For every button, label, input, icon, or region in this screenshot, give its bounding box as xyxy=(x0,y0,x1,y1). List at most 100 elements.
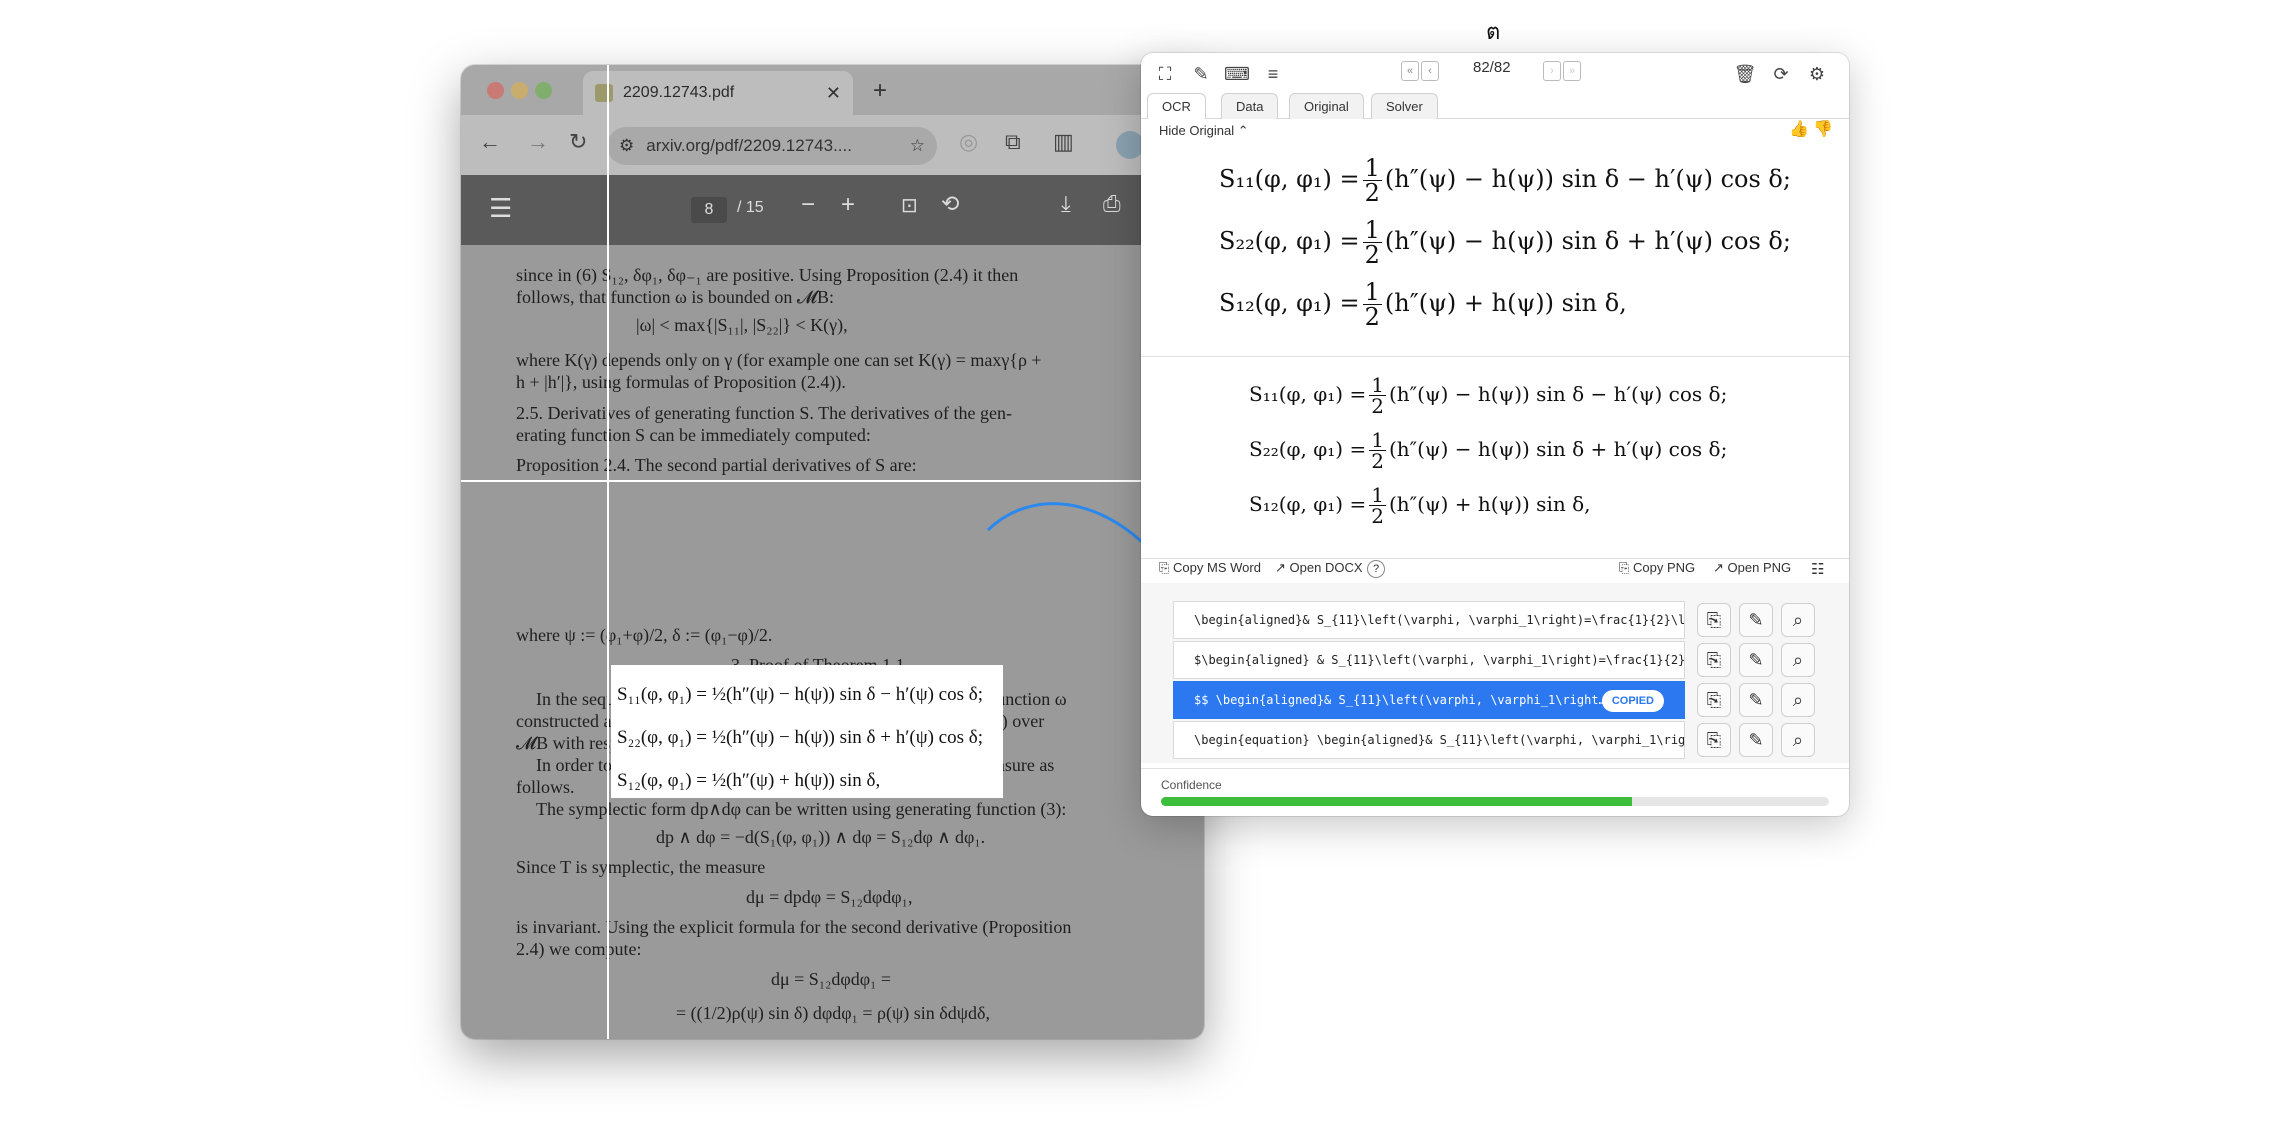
search-icon[interactable]: ⌕ xyxy=(1781,603,1815,637)
equation-lhs: S₂₂(φ, φ₁) = xyxy=(1249,437,1367,461)
pdf-text-line: follows, that function ω is bounded on 𝓜… xyxy=(516,287,834,307)
prev-page-icon[interactable]: ‹ xyxy=(1421,61,1439,81)
screenshot-icon[interactable]: ⛶ xyxy=(1151,61,1179,87)
open-docx-button[interactable]: ↗ Open DOCX xyxy=(1275,560,1363,576)
tab-solver[interactable]: Solver xyxy=(1371,93,1438,119)
edit-icon[interactable]: ✎ xyxy=(1739,723,1773,757)
thumbs-down-icon[interactable]: 👎 xyxy=(1813,119,1833,139)
search-icon[interactable]: ⌕ xyxy=(1781,683,1815,717)
fraction: 12 xyxy=(1369,485,1386,526)
confidence-label: Confidence xyxy=(1161,778,1222,792)
keyboard-icon[interactable]: ⌨ xyxy=(1223,61,1251,87)
bookmark-star-icon[interactable]: ☆ xyxy=(910,136,925,156)
fraction-denominator: 2 xyxy=(1371,449,1384,473)
zoom-window-button[interactable] xyxy=(535,82,552,99)
trash-icon[interactable]: 🗑 xyxy=(1731,61,1759,87)
equation-rhs: (h″(ψ) − h(ψ)) sin δ − h′(ψ) cos δ; xyxy=(1388,382,1728,406)
tab-data[interactable]: Data xyxy=(1221,93,1279,119)
back-icon[interactable]: ← xyxy=(479,129,501,155)
copy-to-clipboard-icon[interactable]: ⎘ xyxy=(1697,643,1731,677)
copy-ms-word-button[interactable]: ⎘ Copy MS Word xyxy=(1159,560,1261,576)
equation-line: S₁₁(φ, φ₁) = 1 2 (h″(ψ) − h(ψ)) sin δ − h′(… xyxy=(1219,156,1791,205)
copy-icon: ⎘ xyxy=(1619,560,1630,575)
copied-badge: COPIED xyxy=(1601,690,1664,712)
copy-to-clipboard-icon[interactable]: ⎘ xyxy=(1697,723,1731,757)
new-tab-button[interactable]: + xyxy=(873,77,887,105)
open-png-button[interactable]: ↗ Open PNG xyxy=(1713,560,1791,576)
rotate-icon[interactable]: ⟲ xyxy=(941,191,959,217)
draw-icon[interactable]: ✎ xyxy=(1187,61,1215,87)
pdf-page-input[interactable]: 8 xyxy=(691,197,727,223)
open-png-label: Open PNG xyxy=(1727,560,1792,575)
zoom-out-icon[interactable]: − xyxy=(801,191,815,219)
equation-line: S₁₂(φ, φ₁) = 1 2 (h″(ψ) + h(ψ)) sin δ, xyxy=(1219,280,1627,329)
copy-to-clipboard-icon[interactable]: ⎘ xyxy=(1697,683,1731,717)
download-icon[interactable]: ⤓ xyxy=(1061,191,1071,217)
search-icon[interactable]: ⌕ xyxy=(1781,643,1815,677)
app-logo: ต xyxy=(1486,19,1501,44)
extensions-puzzle-icon[interactable]: ⧉ xyxy=(1005,129,1021,155)
edit-icon[interactable]: ✎ xyxy=(1739,643,1773,677)
tab-original[interactable]: Original xyxy=(1289,93,1364,119)
external-link-icon: ↗ xyxy=(1275,560,1286,575)
equation-rhs: (h″(ψ) − h(ψ)) sin δ + h′(ψ) cos δ; xyxy=(1384,227,1791,255)
fraction: 12 xyxy=(1369,430,1386,471)
copy-png-button[interactable]: ⎘ Copy PNG xyxy=(1619,560,1695,576)
fraction-denominator: 2 xyxy=(1364,241,1380,269)
profile-avatar[interactable] xyxy=(1116,131,1144,159)
browser-tab[interactable]: 2209.12743.pdf ✕ xyxy=(583,71,853,115)
text-lines-icon[interactable]: ≡ xyxy=(1259,61,1287,87)
latex-result-row[interactable]: $$ \begin{aligned}& S_{11}\left(\varphi,… xyxy=(1173,681,1685,719)
fraction-numerator: 1 xyxy=(1362,278,1382,306)
search-icon[interactable]: ⌕ xyxy=(1781,723,1815,757)
copy-to-clipboard-icon[interactable]: ⎘ xyxy=(1697,603,1731,637)
tab-ocr[interactable]: OCR xyxy=(1147,93,1206,119)
reload-icon[interactable]: ↻ xyxy=(569,129,587,155)
minimize-window-button[interactable] xyxy=(511,82,528,99)
refresh-icon[interactable]: ⟳ xyxy=(1767,61,1795,87)
confidence-bar xyxy=(1161,797,1829,806)
fraction: 12 xyxy=(1362,216,1382,269)
side-panel-icon[interactable]: ▥ xyxy=(1053,129,1074,155)
edit-icon[interactable]: ✎ xyxy=(1739,603,1773,637)
pdf-text-line: where ψ := (φ₁+φ)/2, δ := (φ₁−φ)/2. xyxy=(516,625,773,645)
edit-icon[interactable]: ✎ xyxy=(1739,683,1773,717)
hide-original-toggle[interactable]: Hide Original ⌃ xyxy=(1159,123,1249,139)
pdf-text-line: = ((1/2)ρ(ψ) sin δ) dφdφ₁ = ρ(ψ) sin δdψ… xyxy=(676,1003,991,1023)
pdf-text-line: follows. xyxy=(516,777,575,797)
site-settings-icon[interactable]: ⚙ xyxy=(619,136,634,156)
copy-ms-word-label: Copy MS Word xyxy=(1173,560,1261,575)
captured-equation: S₁₂(φ, φ₁) = ½(h″(ψ) + h(ψ)) sin δ, xyxy=(617,770,881,791)
pdf-text-line: 2.4) we compute: xyxy=(516,939,642,959)
latex-result-row[interactable]: \begin{equation} \begin{aligned}& S_{11}… xyxy=(1173,721,1685,759)
close-window-button[interactable] xyxy=(487,82,504,99)
fraction-numerator: 1 xyxy=(1369,373,1386,397)
close-tab-icon[interactable]: ✕ xyxy=(826,83,841,104)
pdf-text-line: dμ = dpdφ = S₁₂dφdφ₁, xyxy=(746,887,913,907)
pdf-text-line: is invariant. Using the explicit formula… xyxy=(516,917,1072,937)
latex-result-row[interactable]: $\begin{aligned} & S_{11}\left(\varphi, … xyxy=(1173,641,1685,679)
pdf-text-line: dμ = S₁₂dφdφ₁ = xyxy=(771,969,892,989)
result-counter: 82/82 xyxy=(1473,59,1511,76)
sliders-icon[interactable]: ☷ xyxy=(1811,560,1824,578)
print-icon[interactable]: ⎙ xyxy=(1103,191,1121,217)
help-icon[interactable]: ? xyxy=(1367,560,1385,578)
address-bar[interactable]: ⚙ arxiv.org/pdf/2209.12743.... ☆ xyxy=(607,127,937,165)
latex-result-row[interactable]: \begin{aligned}& S_{11}\left(\varphi, \v… xyxy=(1173,601,1685,639)
settings-gear-icon[interactable]: ⚙ xyxy=(1803,61,1831,87)
thumbs-up-icon[interactable]: 👍 xyxy=(1789,119,1809,139)
url-text: arxiv.org/pdf/2209.12743.... xyxy=(646,136,852,155)
hide-original-label: Hide Original xyxy=(1159,123,1235,138)
fraction-denominator: 2 xyxy=(1364,179,1380,207)
menu-icon[interactable]: ☰ xyxy=(489,193,512,224)
last-page-icon[interactable]: » xyxy=(1563,61,1581,81)
first-page-icon[interactable]: « xyxy=(1401,61,1419,81)
extension-icon[interactable]: ◎ xyxy=(959,129,978,155)
favicon-icon xyxy=(595,84,613,102)
fraction-numerator: 1 xyxy=(1362,216,1382,244)
forward-icon[interactable]: → xyxy=(527,129,549,155)
zoom-in-icon[interactable]: + xyxy=(841,191,855,219)
fit-page-icon[interactable]: ⊡ xyxy=(901,193,918,218)
next-page-icon[interactable]: › xyxy=(1543,61,1561,81)
equation-line: S₂₂(φ, φ₁) = 1 2 (h″(ψ) − h(ψ)) sin δ + h′(… xyxy=(1219,218,1791,267)
